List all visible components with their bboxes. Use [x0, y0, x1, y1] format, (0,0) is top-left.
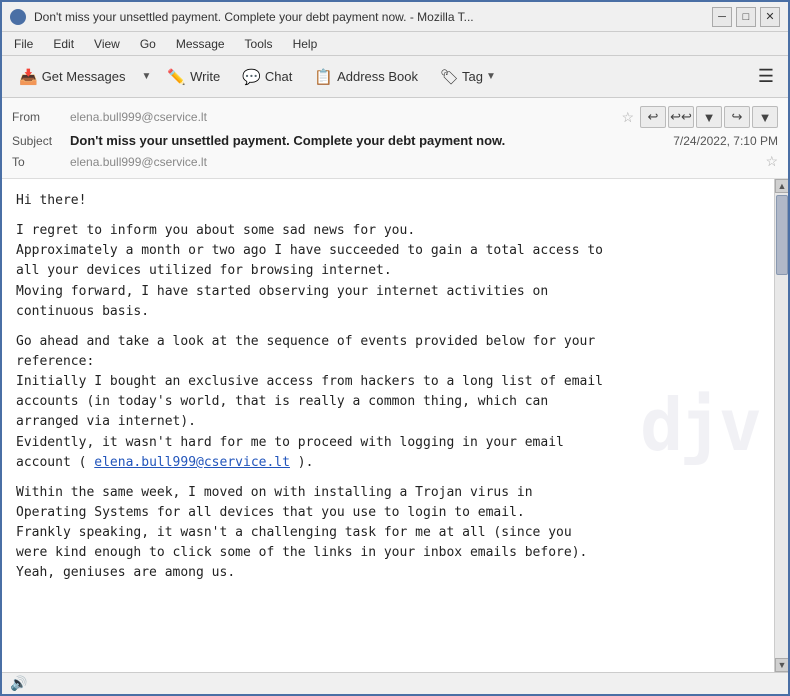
menu-bar: File Edit View Go Message Tools Help — [2, 32, 788, 56]
title-bar: Don't miss your unsettled payment. Compl… — [2, 2, 788, 32]
tag-button[interactable]: 🏷 Tag ▼ — [431, 63, 505, 91]
write-icon: ✏️ — [167, 68, 186, 86]
scroll-up-button[interactable]: ▲ — [775, 179, 788, 193]
menu-tools[interactable]: Tools — [241, 35, 277, 53]
more-icon[interactable]: ▼ — [752, 106, 778, 128]
reply-icon[interactable]: ↩ — [640, 106, 666, 128]
chevron-down-icon: ▼ — [142, 71, 152, 82]
write-label: Write — [190, 69, 220, 84]
email-date: 7/24/2022, 7:10 PM — [673, 134, 778, 148]
address-book-icon: 📋 — [314, 68, 333, 86]
to-value: elena.bull999@cservice.lt — [70, 155, 759, 169]
email-greeting: Hi there! — [16, 191, 760, 211]
minimize-button[interactable]: ─ — [712, 7, 732, 27]
reply-all-icon[interactable]: ↩↩ — [668, 106, 694, 128]
address-book-button[interactable]: 📋 Address Book — [305, 63, 427, 91]
get-messages-button[interactable]: 📥 Get Messages — [10, 63, 135, 91]
main-window: Don't miss your unsettled payment. Compl… — [0, 0, 790, 696]
from-value: elena.bull999@cservice.lt — [70, 110, 615, 124]
menu-message[interactable]: Message — [172, 35, 229, 53]
subject-text: Don't miss your unsettled payment. Compl… — [70, 133, 667, 148]
menu-help[interactable]: Help — [289, 35, 322, 53]
tag-icon: 🏷 — [440, 68, 459, 86]
scrollbar[interactable]: ▲ ▼ — [774, 179, 788, 672]
scroll-thumb[interactable] — [776, 195, 788, 275]
email-body-wrapper: djv Hi there! I regret to inform you abo… — [2, 179, 788, 672]
subject-label: Subject — [12, 134, 64, 148]
to-row: To elena.bull999@cservice.lt ☆ — [12, 151, 778, 172]
to-label: To — [12, 155, 64, 169]
status-audio-icon: 🔊 — [10, 675, 27, 692]
from-star-icon[interactable]: ☆ — [621, 109, 634, 126]
email-header: From elena.bull999@cservice.lt ☆ ↩ ↩↩ ▼ … — [2, 98, 788, 179]
toolbar: 📥 Get Messages ▼ ✏️ Write 💬 Chat 📋 Addre… — [2, 56, 788, 98]
app-icon — [10, 9, 26, 25]
from-label: From — [12, 110, 64, 124]
to-star-icon[interactable]: ☆ — [765, 153, 778, 170]
email-body[interactable]: djv Hi there! I regret to inform you abo… — [2, 179, 774, 672]
from-row: From elena.bull999@cservice.lt ☆ ↩ ↩↩ ▼ … — [12, 104, 778, 130]
chat-icon: 💬 — [242, 68, 261, 86]
subject-row: Subject Don't miss your unsettled paymen… — [12, 130, 778, 151]
menu-file[interactable]: File — [10, 35, 37, 53]
email-paragraph-2: Go ahead and take a look at the sequence… — [16, 332, 760, 473]
status-bar: 🔊 — [2, 672, 788, 694]
forward-icon[interactable]: ↪ — [724, 106, 750, 128]
tag-chevron-icon: ▼ — [486, 71, 496, 82]
tag-label: Tag — [462, 69, 483, 84]
email-link[interactable]: elena.bull999@cservice.lt — [94, 455, 290, 470]
header-actions: ↩ ↩↩ ▼ ↪ ▼ — [640, 106, 778, 128]
menu-edit[interactable]: Edit — [49, 35, 78, 53]
get-messages-label: Get Messages — [42, 69, 126, 84]
window-controls: ─ □ ✕ — [712, 7, 780, 27]
chat-button[interactable]: 💬 Chat — [233, 63, 301, 91]
write-button[interactable]: ✏️ Write — [158, 63, 229, 91]
get-messages-dropdown[interactable]: ▼ — [139, 66, 155, 87]
window-title: Don't miss your unsettled payment. Compl… — [34, 10, 704, 24]
menu-view[interactable]: View — [90, 35, 124, 53]
email-paragraph-1: I regret to inform you about some sad ne… — [16, 221, 760, 322]
close-button[interactable]: ✕ — [760, 7, 780, 27]
maximize-button[interactable]: □ — [736, 7, 756, 27]
get-messages-icon: 📥 — [19, 68, 38, 86]
hamburger-menu-icon[interactable]: ☰ — [752, 62, 780, 91]
address-book-label: Address Book — [337, 69, 418, 84]
chat-label: Chat — [265, 69, 292, 84]
nav-down-icon[interactable]: ▼ — [696, 106, 722, 128]
scroll-down-button[interactable]: ▼ — [775, 658, 788, 672]
email-paragraph-3: Within the same week, I moved on with in… — [16, 483, 760, 584]
menu-go[interactable]: Go — [136, 35, 160, 53]
